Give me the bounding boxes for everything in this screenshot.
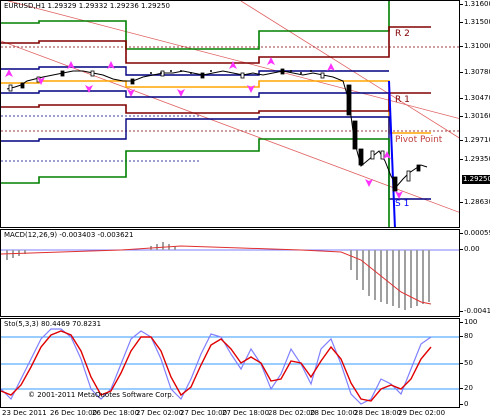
stoch-axis: 100 80 50 20 0	[460, 318, 490, 408]
current-price-badge: 1.29250	[462, 175, 490, 184]
trendline-upper	[7, 1, 459, 119]
price-chart-canvas	[1, 1, 459, 227]
price-path	[6, 70, 428, 187]
stoch-title: Sto(5,3,3) 80.4469 70.8231	[4, 320, 102, 328]
macd-axis: 0.000591 0.00 -0.00411	[460, 229, 490, 317]
envelope-green-lower	[1, 138, 390, 227]
copyright-text: © 2001-2011 MetaQuotes Software Corp.	[28, 391, 174, 399]
level-label-pivot: Pivot Point	[395, 135, 443, 145]
macd-pane[interactable]: MACD(12,26,9) -0.003403 -0.003621	[0, 229, 460, 317]
macd-title: MACD(12,26,9) -0.003403 -0.003621	[4, 231, 134, 239]
macd-signal-line	[1, 245, 432, 305]
pivot-orange-line	[1, 80, 431, 134]
macd-canvas	[1, 242, 459, 310]
level-label-r2: R 2	[395, 29, 410, 39]
macd-histogram	[6, 242, 430, 310]
level-label-r1: R 1	[395, 95, 410, 105]
level-label-s1: S 1	[395, 199, 410, 209]
band-red-upper	[1, 26, 431, 64]
main-chart-title: EURUSD,H1 1.29329 1.29332 1.29236 1.2925…	[4, 2, 170, 10]
price-chart-pane[interactable]: EURUSD,H1 1.29329 1.29332 1.29236 1.2925…	[0, 0, 460, 228]
price-axis: 1.31600 1.31500 1.31000 1.30780 1.30470 …	[460, 0, 490, 228]
